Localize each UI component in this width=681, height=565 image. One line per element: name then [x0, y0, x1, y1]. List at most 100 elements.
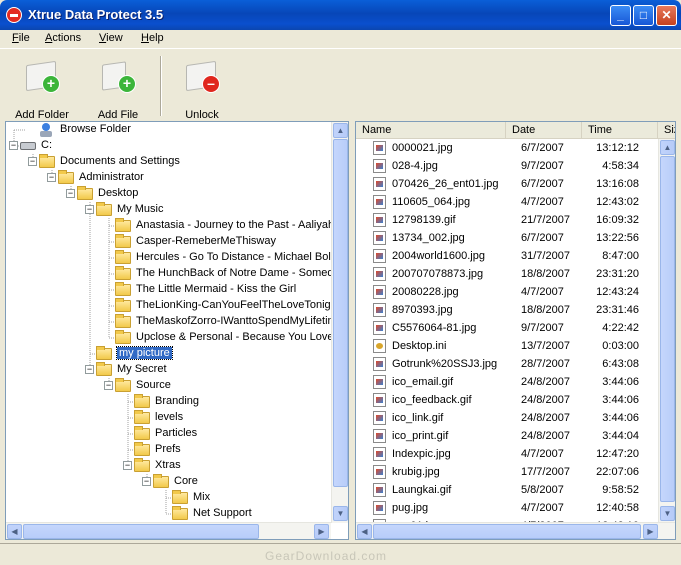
collapse-toggle[interactable]: − [123, 461, 132, 470]
file-row[interactable]: krubig.jpg 17/7/2007 22:07:06 [356, 463, 659, 481]
collapse-toggle[interactable]: − [104, 381, 113, 390]
tree-item-label: Anastasia - Journey to the Past - Aaliya… [136, 219, 335, 231]
maximize-button[interactable]: □ [633, 5, 654, 26]
tree-item-label: my picture [116, 346, 173, 360]
file-row[interactable]: 110605_064.jpg 4/7/2007 12:43:02 [356, 193, 659, 211]
file-name: Laungkai.gif [392, 484, 452, 496]
tree-hscroll-thumb[interactable] [23, 524, 259, 539]
list-vertical-scrollbar[interactable]: ▲ ▼ [658, 139, 675, 523]
file-name: 13734_002.jpg [392, 232, 465, 244]
collapse-toggle[interactable]: − [66, 189, 75, 198]
menu-actions[interactable]: Actions [45, 32, 81, 44]
list-scroll-thumb[interactable] [660, 156, 675, 502]
menu-view[interactable]: View [99, 32, 123, 44]
file-row[interactable]: 0000021.jpg 6/7/2007 13:12:12 [356, 139, 659, 157]
tree-horizontal-scrollbar[interactable]: ◀ ▶ [6, 522, 331, 539]
image-file-icon [373, 285, 386, 299]
tree-vertical-scrollbar[interactable]: ▲ ▼ [331, 122, 348, 523]
folder-tree[interactable]: Browse Folder − C: − Documents and Settings −… [5, 121, 349, 540]
list-hscroll-thumb[interactable] [373, 524, 641, 539]
folder-icon [115, 250, 131, 264]
folder-icon [172, 490, 188, 504]
file-list[interactable]: Name Date Time Siz 0000021.jpg6/7/200713… [355, 121, 676, 540]
file-name: krubig.jpg [392, 466, 440, 478]
scroll-right-arrow[interactable]: ▶ [643, 524, 658, 539]
column-time[interactable]: Time [582, 122, 658, 139]
file-time: 4:22:42 [602, 322, 639, 334]
folder-icon [172, 506, 188, 520]
file-row[interactable]: Desktop.ini 13/7/2007 0:03:00 [356, 337, 659, 355]
file-row[interactable]: ico_print.gif 24/8/2007 3:44:04 [356, 427, 659, 445]
tree-item-label: The Little Mermaid - Kiss the Girl [136, 283, 297, 295]
folder-icon [115, 330, 131, 344]
file-row[interactable]: ico_email.gif 24/8/2007 3:44:06 [356, 373, 659, 391]
folder-icon [134, 394, 150, 408]
tree-item-label: levels [155, 411, 184, 423]
file-time: 12:43:02 [596, 196, 639, 208]
file-row[interactable]: ico_link.gif 24/8/2007 3:44:06 [356, 409, 659, 427]
add-folder-button[interactable]: + Add Folder [7, 55, 77, 121]
tree-item-label: Mix [193, 491, 211, 503]
scroll-right-arrow[interactable]: ▶ [314, 524, 329, 539]
file-row[interactable]: 070426_26_ent01.jpg 6/7/2007 13:16:08 [356, 175, 659, 193]
scroll-left-arrow[interactable]: ◀ [7, 524, 22, 539]
file-date: 13/7/2007 [521, 340, 570, 352]
file-row[interactable]: Laungkai.gif 5/8/2007 9:58:52 [356, 481, 659, 499]
folder-icon [115, 298, 131, 312]
scroll-up-arrow[interactable]: ▲ [333, 123, 348, 138]
scroll-down-arrow[interactable]: ▼ [333, 506, 348, 521]
image-file-icon [373, 267, 386, 281]
close-button[interactable]: ✕ [656, 5, 677, 26]
minimize-button[interactable]: _ [610, 5, 631, 26]
file-row[interactable]: 13734_002.jpg 6/7/2007 13:22:56 [356, 229, 659, 247]
file-date: 4/7/2007 [521, 448, 564, 460]
column-name[interactable]: Name [356, 122, 506, 139]
unlock-label: Unlock [185, 109, 219, 121]
folder-icon [96, 362, 112, 376]
file-row[interactable]: pug.jpg 4/7/2007 12:40:58 [356, 499, 659, 517]
scroll-left-arrow[interactable]: ◀ [357, 524, 372, 539]
file-name: C5576064-81.jpg [392, 322, 477, 334]
file-name: 028-4.jpg [392, 160, 438, 172]
file-row[interactable]: 20080228.jpg 4/7/2007 12:43:24 [356, 283, 659, 301]
scroll-down-arrow[interactable]: ▼ [660, 506, 675, 521]
menu-bar: File Actions View Help [0, 30, 681, 48]
tree-scroll-thumb[interactable] [333, 139, 348, 487]
file-date: 28/7/2007 [521, 358, 570, 370]
app-icon[interactable] [6, 7, 22, 23]
file-row[interactable]: ico_feedback.gif 24/8/2007 3:44:06 [356, 391, 659, 409]
file-row[interactable]: 028-4.jpg 9/7/2007 4:58:34 [356, 157, 659, 175]
tree-item-label: Administrator [79, 171, 144, 183]
menu-help[interactable]: Help [141, 32, 164, 44]
folder-icon [39, 154, 55, 168]
file-name: 2004world1600.jpg [392, 250, 485, 262]
collapse-toggle[interactable]: − [9, 141, 18, 150]
file-row[interactable]: Gotrunk%20SSJ3.jpg 28/7/2007 6:43:08 [356, 355, 659, 373]
collapse-toggle[interactable]: − [47, 173, 56, 182]
file-name: Indexpic.jpg [392, 448, 451, 460]
menu-file[interactable]: File [12, 32, 30, 44]
collapse-toggle[interactable]: − [85, 205, 94, 214]
file-time: 12:47:20 [596, 448, 639, 460]
file-row[interactable]: 8970393.jpg 18/8/2007 23:31:46 [356, 301, 659, 319]
folder-icon [58, 170, 74, 184]
file-time: 3:44:04 [602, 430, 639, 442]
tree-item-label: TheMaskofZorro-IWanttoSpendMyLifetin [136, 315, 334, 327]
collapse-toggle[interactable]: − [142, 477, 151, 486]
file-row[interactable]: 2004world1600.jpg 31/7/2007 8:47:00 [356, 247, 659, 265]
collapse-toggle[interactable]: − [28, 157, 37, 166]
add-file-button[interactable]: + Add File [83, 55, 153, 121]
collapse-toggle[interactable]: − [85, 365, 94, 374]
drive-icon [20, 142, 36, 150]
file-row[interactable]: 12798139.gif 21/7/2007 16:09:32 [356, 211, 659, 229]
file-row[interactable]: Indexpic.jpg 4/7/2007 12:47:20 [356, 445, 659, 463]
unlock-button[interactable]: – Unlock [167, 55, 237, 121]
image-file-icon [373, 429, 386, 443]
column-size[interactable]: Siz [658, 122, 675, 139]
file-time: 0:03:00 [602, 340, 639, 352]
file-row[interactable]: C5576064-81.jpg 9/7/2007 4:22:42 [356, 319, 659, 337]
scroll-up-arrow[interactable]: ▲ [660, 140, 675, 155]
column-date[interactable]: Date [506, 122, 582, 139]
file-row[interactable]: 200707078873.jpg 18/8/2007 23:31:20 [356, 265, 659, 283]
list-horizontal-scrollbar[interactable]: ◀ ▶ [356, 522, 675, 539]
